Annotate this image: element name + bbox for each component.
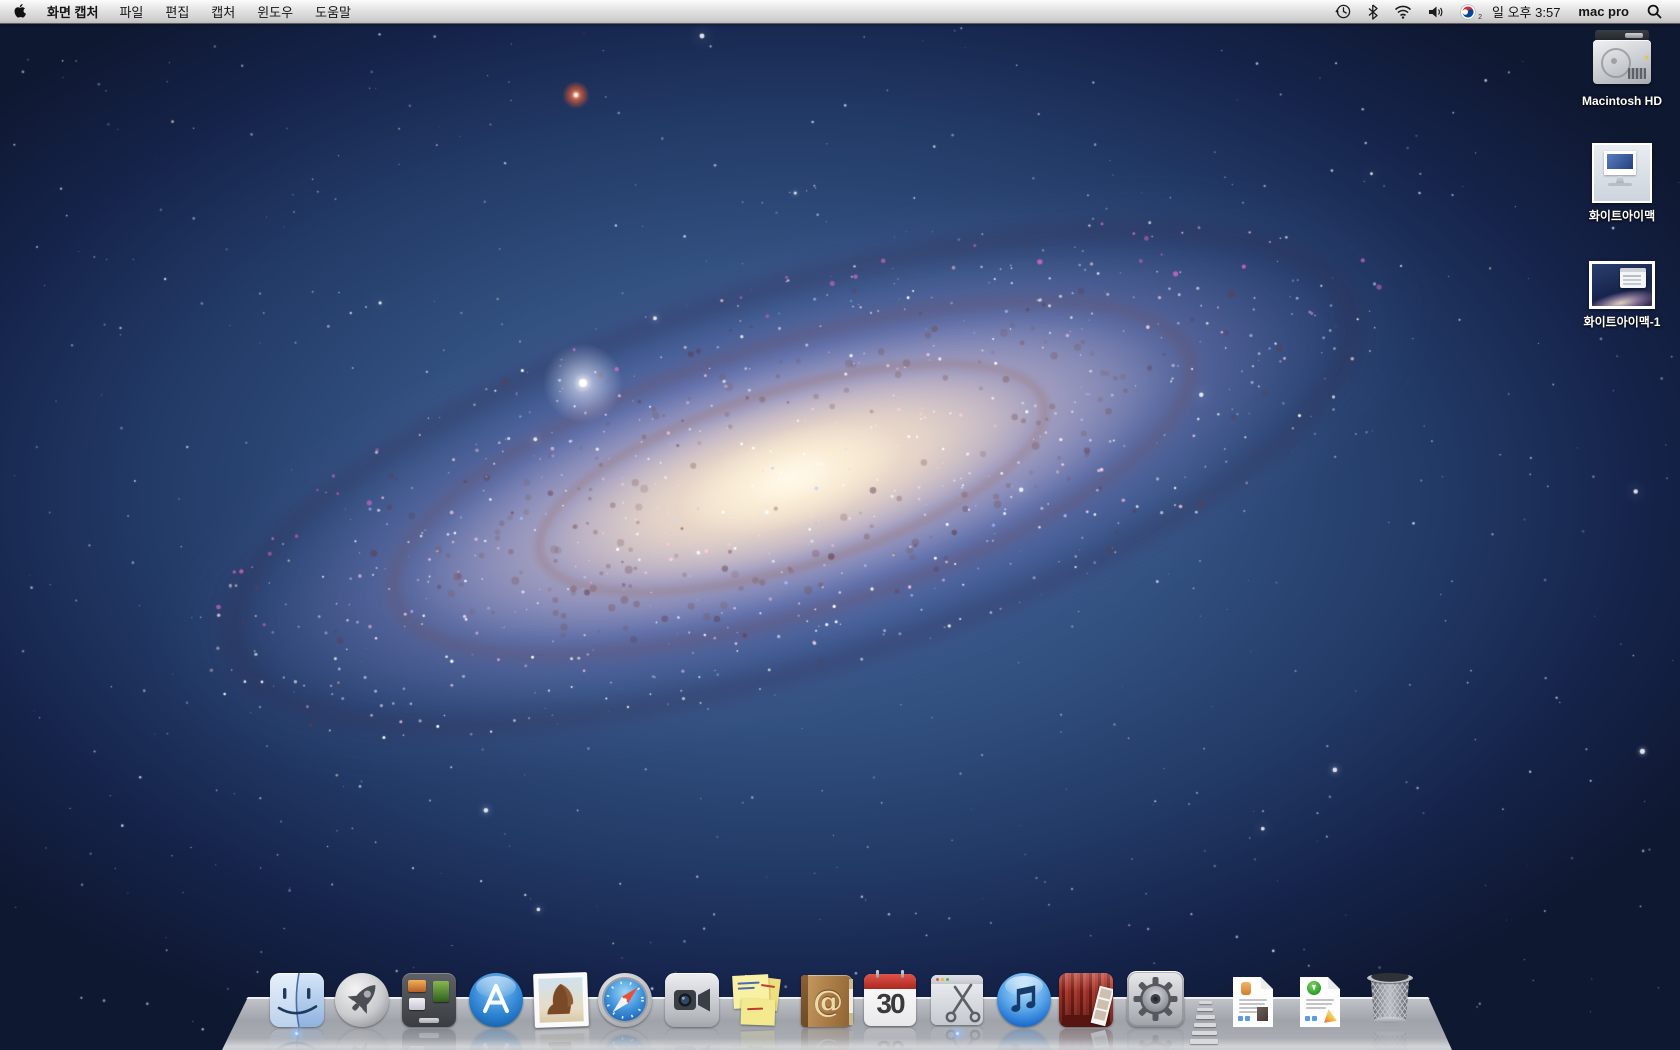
wifi-menu[interactable] xyxy=(1386,0,1420,23)
dock-item-address-book[interactable]: @ xyxy=(801,975,853,1027)
safari-compass-icon xyxy=(598,973,652,1027)
menu-file[interactable]: 파일 xyxy=(108,0,154,23)
trash-icon xyxy=(1367,971,1413,1025)
launchpad-rocket-icon xyxy=(335,973,389,1027)
desktop-icon-label: 화이트아이맥 xyxy=(1589,207,1655,224)
dock-item-photo-booth[interactable] xyxy=(1059,973,1113,1027)
desktop-icon-macintosh-hd[interactable]: Macintosh HD xyxy=(1562,28,1680,108)
system-preferences-gear-icon xyxy=(1127,971,1184,1027)
grab-scissors-icon xyxy=(931,975,983,1025)
document-icon xyxy=(1233,977,1273,1027)
app-menu-grab[interactable]: 화면 캡처 xyxy=(37,0,108,23)
bluetooth-menu[interactable] xyxy=(1360,0,1386,23)
menu-capture[interactable]: 캡처 xyxy=(200,0,246,23)
calendar-day-number: 30 xyxy=(864,988,916,1020)
input-source-menu[interactable]: 2 xyxy=(1452,0,1484,23)
dock-item-stickies[interactable] xyxy=(731,973,785,1027)
apple-logo-icon xyxy=(14,4,28,20)
fast-user-switching-menu[interactable]: mac pro xyxy=(1568,4,1639,19)
dock-item-downloads-stack[interactable] xyxy=(1300,977,1340,1027)
korean-flag-icon xyxy=(1460,4,1476,20)
facetime-camera-icon xyxy=(665,973,719,1027)
itunes-music-note-icon xyxy=(997,973,1051,1027)
volume-icon xyxy=(1428,5,1444,19)
menu-bar: 화면 캡처 파일 편집 캡처 윈도우 도움말 xyxy=(0,0,1680,24)
dock-item-mission-control[interactable] xyxy=(402,973,456,1027)
document-download-icon xyxy=(1300,977,1340,1027)
time-machine-menu[interactable] xyxy=(1327,0,1360,23)
spotlight-search-icon xyxy=(1647,4,1662,19)
app-store-icon xyxy=(469,973,523,1027)
volume-menu[interactable] xyxy=(1420,0,1452,23)
mission-control-icon xyxy=(402,973,456,1027)
spotlight-menu[interactable] xyxy=(1639,0,1670,23)
desktop-icon-white-imac-1[interactable]: 화이트아이맥-1 xyxy=(1562,261,1680,330)
image-file-icon xyxy=(1592,143,1652,203)
desktop-wallpaper: 화면 캡처 파일 편집 캡처 윈도우 도움말 xyxy=(0,0,1680,1050)
menu-edit[interactable]: 편집 xyxy=(154,0,200,23)
dock-item-ical[interactable]: 30 xyxy=(864,974,916,1026)
dock-item-app-store[interactable] xyxy=(469,973,523,1027)
dock-item-finder[interactable] xyxy=(270,973,324,1027)
menu-window[interactable]: 윈도우 xyxy=(246,0,304,23)
bluetooth-icon xyxy=(1368,4,1378,20)
wifi-icon xyxy=(1394,5,1412,19)
dock-item-launchpad[interactable] xyxy=(335,973,389,1027)
desktop-icon-label: Macintosh HD xyxy=(1582,94,1662,108)
at-glyph: @ xyxy=(811,985,845,1019)
desktop-icon-white-imac[interactable]: 화이트아이맥 xyxy=(1562,143,1680,224)
starfield-canvas xyxy=(0,0,1680,1050)
desktop-icon-label: 화이트아이맥-1 xyxy=(1584,313,1661,330)
ical-calendar-icon: 30 xyxy=(864,974,916,1026)
stickies-notes-icon xyxy=(731,973,785,1027)
dock-item-grab[interactable] xyxy=(931,975,983,1025)
dock-item-trash[interactable] xyxy=(1367,971,1413,1025)
photo-booth-icon xyxy=(1059,973,1113,1027)
dock-item-system-preferences[interactable] xyxy=(1127,971,1184,1027)
input-source-badge: 2 xyxy=(1478,14,1482,21)
apple-menu[interactable] xyxy=(0,0,37,23)
dock-item-itunes[interactable] xyxy=(997,973,1051,1027)
mail-stamp-icon xyxy=(533,972,589,1028)
dock-item-facetime[interactable] xyxy=(665,973,719,1027)
time-machine-icon xyxy=(1335,3,1352,20)
address-book-icon: @ xyxy=(801,975,853,1027)
dock-item-documents-stack[interactable] xyxy=(1233,977,1273,1027)
dock-item-mail[interactable] xyxy=(534,973,588,1027)
menu-bar-clock[interactable]: 일 오후 3:57 xyxy=(1484,2,1568,21)
running-indicator-finder xyxy=(294,1031,299,1036)
finder-icon xyxy=(270,973,324,1027)
dock-item-safari[interactable] xyxy=(598,973,652,1027)
screenshot-file-icon xyxy=(1589,261,1655,309)
hard-drive-icon xyxy=(1592,28,1652,90)
running-indicator-grab xyxy=(955,1031,960,1036)
menu-help[interactable]: 도움말 xyxy=(304,0,362,23)
